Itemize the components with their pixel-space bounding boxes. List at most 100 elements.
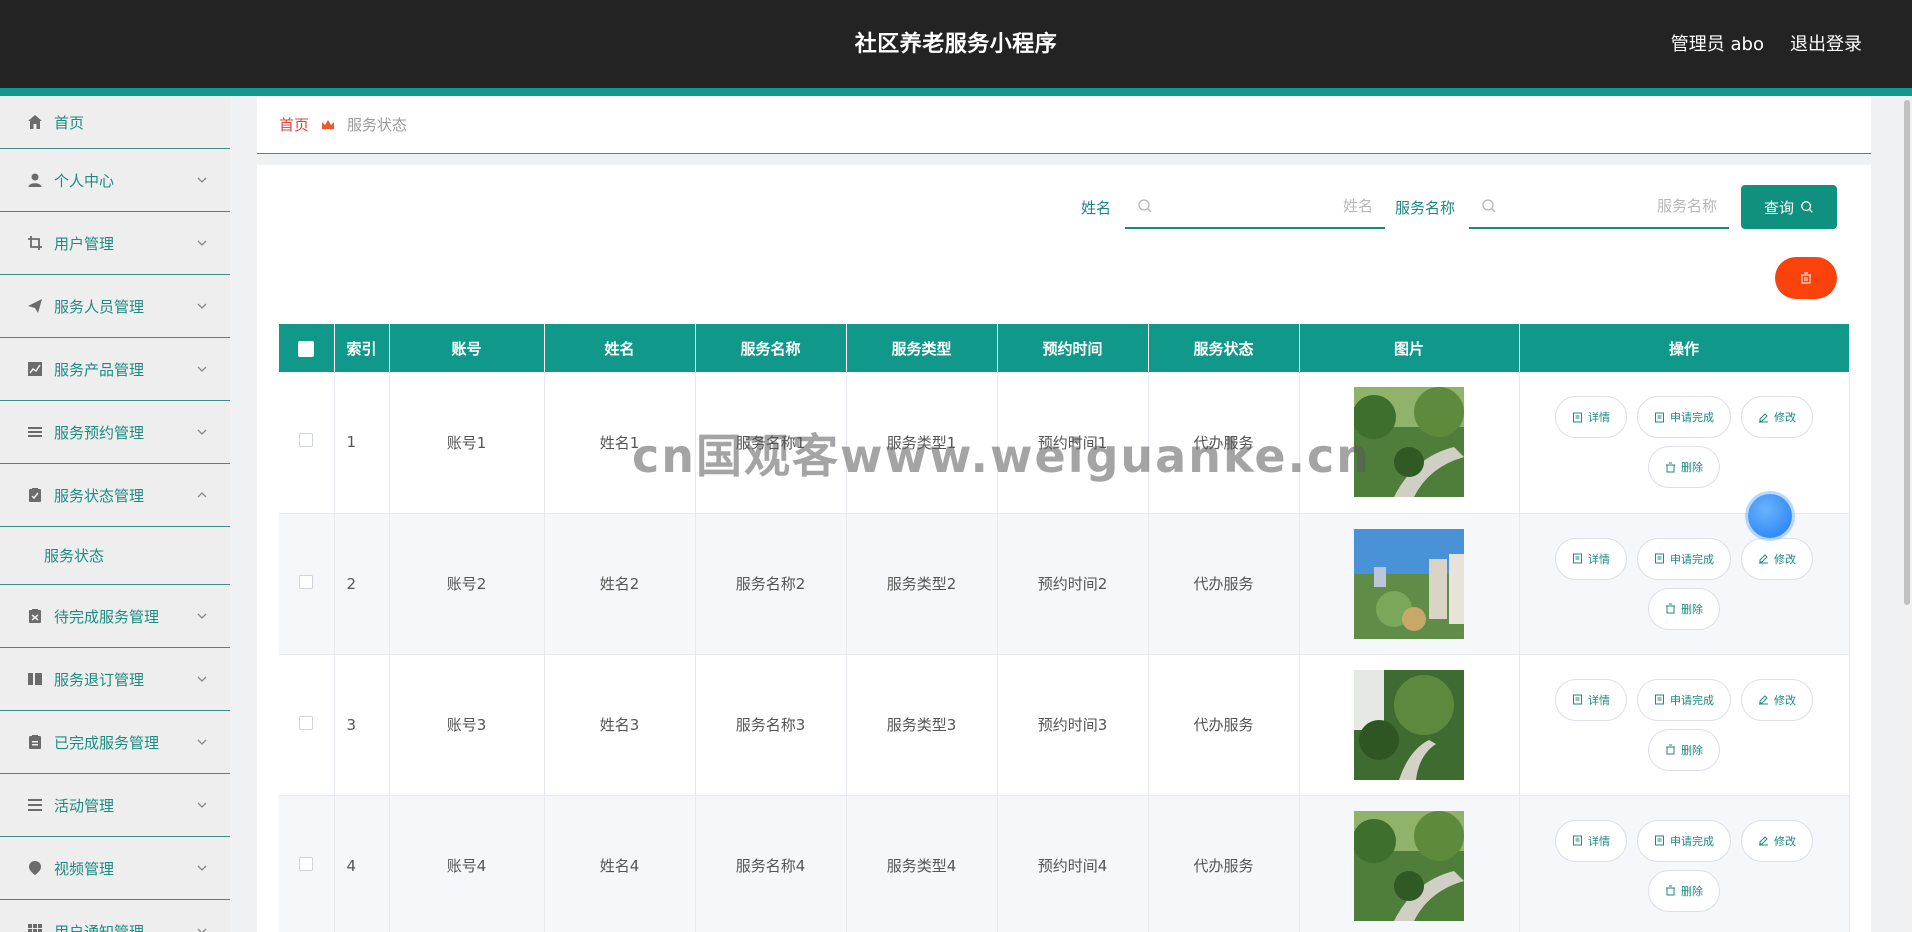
edit-button[interactable]: 修改 xyxy=(1741,819,1813,862)
sidebar-item-activities[interactable]: 活动管理 xyxy=(0,774,230,837)
chevron-down-icon xyxy=(197,429,207,435)
service-search-input[interactable] xyxy=(1497,197,1717,215)
name-search-label: 姓名 xyxy=(1080,198,1111,217)
chevron-down-icon xyxy=(197,613,207,619)
edit-button-label: 修改 xyxy=(1774,834,1796,848)
account-cell: 账号1 xyxy=(389,372,545,514)
sidebar: 首页 个人中心 用户管理 服务人员管理 服务产品管理 服务预约管理 服务状态管理… xyxy=(0,96,230,932)
apply-complete-button[interactable]: 申请完成 xyxy=(1637,396,1731,439)
content-panel: 姓名 服务名称 查询 索引 账号 姓名 服务名称 服务类 xyxy=(257,165,1871,932)
batch-delete-button[interactable] xyxy=(1775,257,1837,299)
image-cell xyxy=(1299,513,1520,655)
chevron-down-icon xyxy=(197,177,207,183)
trash-icon xyxy=(1666,603,1675,614)
detail-button[interactable]: 详情 xyxy=(1555,678,1627,721)
search-icon xyxy=(1138,199,1152,213)
edit-button[interactable]: 修改 xyxy=(1741,678,1813,721)
chevron-down-icon xyxy=(197,676,207,682)
chevron-down-icon xyxy=(197,739,207,745)
chevron-down-icon xyxy=(197,366,207,372)
detail-button[interactable]: 详情 xyxy=(1555,819,1627,862)
sidebar-item-users[interactable]: 用户管理 xyxy=(0,212,230,275)
sidebar-item-service-booking[interactable]: 服务预约管理 xyxy=(0,401,230,464)
document-icon xyxy=(1655,694,1664,705)
edit-icon xyxy=(1759,836,1768,846)
apply-complete-button[interactable]: 申请完成 xyxy=(1637,678,1731,721)
delete-button[interactable]: 删除 xyxy=(1648,587,1720,630)
column-header: 账号 xyxy=(389,324,545,372)
delete-button[interactable]: 删除 xyxy=(1648,446,1720,489)
row-select-cell xyxy=(279,654,335,796)
detail-button[interactable]: 详情 xyxy=(1555,537,1627,580)
breadcrumb: 首页 服务状态 xyxy=(257,96,1871,154)
breadcrumb-home-link[interactable]: 首页 xyxy=(279,114,309,135)
edit-icon xyxy=(1759,695,1768,705)
service-search-label: 服务名称 xyxy=(1394,198,1455,217)
document-icon xyxy=(1655,553,1664,564)
apply-complete-button-label: 申请完成 xyxy=(1670,411,1714,425)
service-thumbnail[interactable] xyxy=(1352,387,1464,498)
apply-complete-button[interactable]: 申请完成 xyxy=(1637,537,1731,580)
row-checkbox[interactable] xyxy=(299,715,314,730)
service-thumbnail[interactable] xyxy=(1354,669,1464,780)
floating-assistant-button[interactable] xyxy=(1748,494,1792,538)
service-status-table: 索引 账号 姓名 服务名称 服务类型 预约时间 服务状态 图片 操作 1 账号1… xyxy=(279,324,1850,932)
service-name-cell: 服务名称4 xyxy=(695,795,847,932)
row-checkbox[interactable] xyxy=(299,856,314,871)
sidebar-item-service-products[interactable]: 服务产品管理 xyxy=(0,338,230,401)
trash-icon xyxy=(1666,744,1675,755)
sidebar-subitem-service-status[interactable]: 服务状态 xyxy=(0,527,230,585)
sidebar-item-completed-services[interactable]: 已完成服务管理 xyxy=(0,711,230,774)
edit-button[interactable]: 修改 xyxy=(1741,537,1813,580)
clipboard-todo-icon xyxy=(26,607,44,625)
sidebar-item-videos[interactable]: 视频管理 xyxy=(0,837,230,900)
apply-complete-button[interactable]: 申请完成 xyxy=(1637,819,1731,862)
sidebar-item-service-staff[interactable]: 服务人员管理 xyxy=(0,275,230,338)
column-header: 服务名称 xyxy=(695,324,847,372)
table-header-row: 索引 账号 姓名 服务名称 服务类型 预约时间 服务状态 图片 操作 xyxy=(279,324,1850,372)
delete-button[interactable]: 删除 xyxy=(1648,869,1720,912)
sidebar-item-user-notifications[interactable]: 用户通知管理 xyxy=(0,900,230,932)
delete-button[interactable]: 删除 xyxy=(1648,728,1720,771)
name-search-input[interactable] xyxy=(1152,197,1373,215)
index-cell: 2 xyxy=(334,513,390,655)
breadcrumb-current: 服务状态 xyxy=(347,116,408,134)
query-button-label: 查询 xyxy=(1763,198,1794,217)
sidebar-item-service-cancellation[interactable]: 服务退订管理 xyxy=(0,648,230,711)
service-status-cell: 代办服务 xyxy=(1148,513,1300,655)
query-button[interactable]: 查询 xyxy=(1741,185,1837,229)
edit-button[interactable]: 修改 xyxy=(1741,396,1813,439)
booking-time-cell: 预约时间2 xyxy=(997,513,1149,655)
sidebar-item-label: 已完成服务管理 xyxy=(54,733,160,752)
service-status-cell: 代办服务 xyxy=(1148,654,1300,796)
sidebar-item-label: 服务退订管理 xyxy=(54,670,145,689)
service-status-cell: 代办服务 xyxy=(1148,372,1300,514)
index-cell: 4 xyxy=(334,795,390,932)
booking-time-cell: 预约时间4 xyxy=(997,795,1149,932)
sidebar-item-profile[interactable]: 个人中心 xyxy=(0,149,230,212)
trash-icon xyxy=(1801,272,1811,284)
service-thumbnail[interactable] xyxy=(1352,810,1464,921)
sidebar-item-home[interactable]: 首页 xyxy=(0,96,230,149)
service-status-cell: 代办服务 xyxy=(1148,795,1300,932)
detail-button[interactable]: 详情 xyxy=(1555,396,1627,439)
crown-icon xyxy=(322,119,335,129)
clipboard-done-icon xyxy=(26,733,44,751)
column-header: 图片 xyxy=(1299,324,1520,372)
sidebar-item-label: 个人中心 xyxy=(54,171,115,190)
select-all-checkbox[interactable] xyxy=(298,340,315,357)
logout-button[interactable]: 退出登录 xyxy=(1790,30,1862,56)
edit-icon xyxy=(1759,554,1768,564)
list-icon xyxy=(26,423,44,441)
sidebar-item-pending-services[interactable]: 待完成服务管理 xyxy=(0,585,230,648)
service-thumbnail[interactable] xyxy=(1354,528,1464,639)
row-checkbox[interactable] xyxy=(299,574,314,589)
chevron-down-icon xyxy=(197,865,207,871)
send-icon xyxy=(26,297,44,315)
row-select-cell xyxy=(279,372,335,514)
row-checkbox[interactable] xyxy=(299,433,314,448)
detail-button-label: 详情 xyxy=(1588,693,1610,707)
account-cell: 账号4 xyxy=(389,795,545,932)
sidebar-item-service-status[interactable]: 服务状态管理 xyxy=(0,464,230,527)
page-scrollbar-thumb[interactable] xyxy=(1904,100,1910,605)
